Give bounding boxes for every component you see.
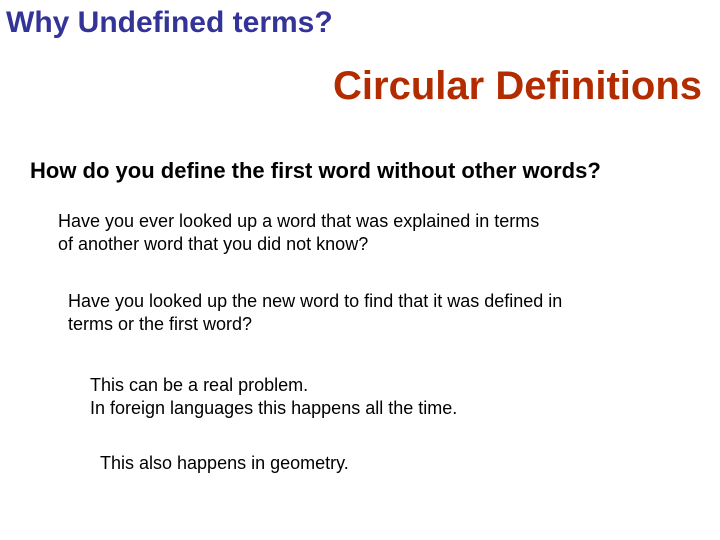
slide-subtitle: Circular Definitions [333, 64, 702, 109]
slide-question: How do you define the first word without… [30, 158, 601, 184]
slide: Why Undefined terms? Circular Definition… [0, 0, 720, 540]
paragraph-4: This also happens in geometry. [100, 452, 620, 475]
paragraph-2: Have you looked up the new word to find … [68, 290, 568, 335]
paragraph-1: Have you ever looked up a word that was … [58, 210, 558, 255]
paragraph-3: This can be a real problem. In foreign l… [90, 374, 610, 419]
slide-heading: Why Undefined terms? [6, 6, 333, 40]
paragraph-3-line-2: In foreign languages this happens all th… [90, 398, 457, 418]
paragraph-3-line-1: This can be a real problem. [90, 375, 308, 395]
